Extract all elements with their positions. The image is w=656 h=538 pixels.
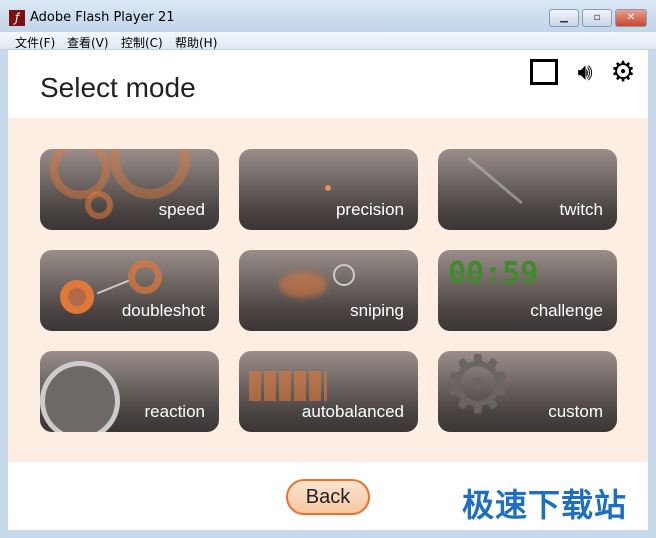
blur-target-icon — [279, 272, 327, 298]
timer-display: 00:59 — [448, 256, 539, 291]
mode-challenge[interactable]: 00:59 challenge — [438, 250, 617, 331]
arrow-icon — [467, 156, 523, 205]
close-button[interactable]: ✕ — [615, 9, 647, 27]
mode-twitch[interactable]: twitch — [438, 149, 617, 230]
page-title: Select mode — [40, 72, 196, 103]
title-bar: ƒ Adobe Flash Player 21 ▁ ▫ ✕ — [0, 0, 656, 32]
target-icon — [85, 191, 113, 219]
gear-icon[interactable]: ⚙ — [608, 58, 638, 86]
back-button[interactable]: Back — [286, 479, 370, 515]
mode-doubleshot[interactable]: doubleshot — [40, 250, 219, 331]
mode-label: precision — [335, 200, 404, 219]
crosshair-icon — [333, 264, 355, 286]
mode-label: challenge — [530, 301, 603, 320]
target-icon — [60, 280, 94, 314]
menu-file[interactable]: 文件(F) — [15, 34, 55, 51]
flash-icon: ƒ — [9, 10, 25, 26]
mode-label: sniping — [350, 301, 404, 320]
arrow-icon — [96, 279, 130, 295]
mode-label: custom — [548, 402, 603, 421]
mode-sniping[interactable]: sniping — [239, 250, 418, 331]
mode-custom[interactable]: ⚙ custom — [438, 351, 617, 432]
menu-bar: 文件(F) 查看(V) 控制(C) 帮助(H) — [0, 32, 656, 50]
bars-icon — [249, 371, 327, 401]
flash-content: Select mode 🔊︎ ⚙ speed precision twitch … — [8, 50, 648, 530]
mode-autobalanced[interactable]: autobalanced — [239, 351, 418, 432]
fullscreen-icon[interactable] — [530, 59, 558, 85]
mode-label: doubleshot — [121, 301, 205, 320]
mode-speed[interactable]: speed — [40, 149, 219, 230]
mode-label: reaction — [144, 402, 205, 421]
target-icon — [110, 149, 190, 199]
watermark: 极速下载站 — [462, 486, 628, 524]
speaker-icon[interactable]: 🔊︎ — [570, 58, 600, 86]
dot-icon — [325, 185, 331, 191]
maximize-button[interactable]: ▫ — [582, 9, 612, 27]
mode-panel: speed precision twitch doubleshot snipin… — [8, 118, 648, 462]
stopwatch-icon — [40, 361, 120, 432]
target-icon — [128, 260, 162, 294]
mode-label: autobalanced — [301, 402, 404, 421]
mode-precision[interactable]: precision — [239, 149, 418, 230]
menu-help[interactable]: 帮助(H) — [175, 34, 217, 51]
mode-label: speed — [158, 200, 205, 219]
mode-label: twitch — [559, 200, 603, 219]
menu-view[interactable]: 查看(V) — [67, 34, 109, 51]
menu-control[interactable]: 控制(C) — [121, 34, 163, 51]
gear-icon: ⚙ — [442, 351, 514, 431]
window-title: Adobe Flash Player 21 — [30, 10, 175, 25]
minimize-button[interactable]: ▁ — [549, 9, 579, 27]
mode-reaction[interactable]: reaction — [40, 351, 219, 432]
